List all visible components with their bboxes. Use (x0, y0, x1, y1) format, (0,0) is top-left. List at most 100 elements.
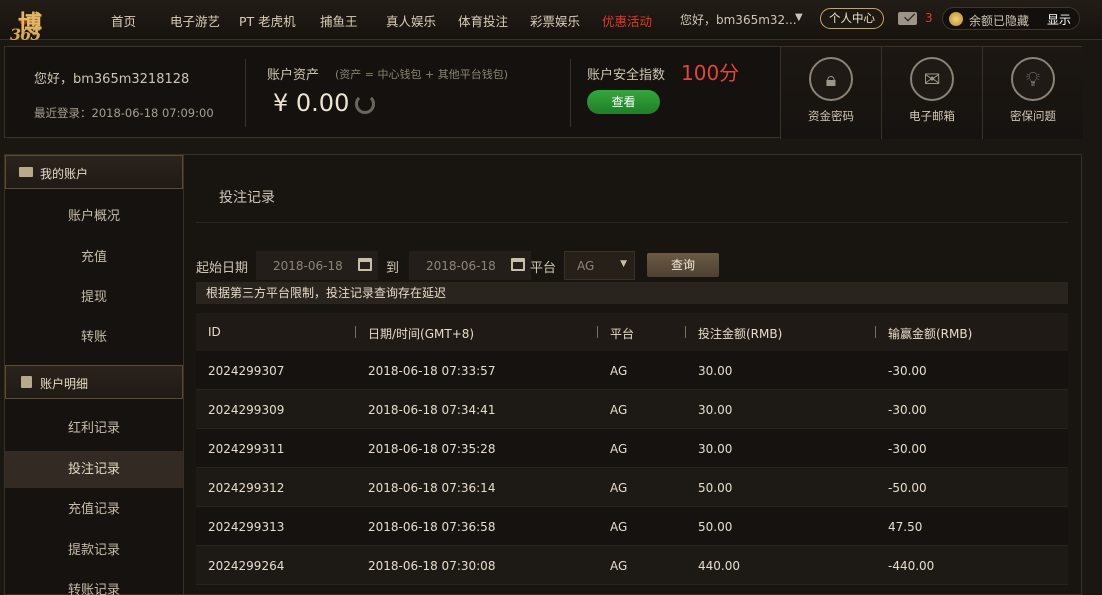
view-security-button[interactable]: 查看 (587, 90, 660, 114)
table-row: 2024299264 2018-06-18 07:30:08 AG 440.00… (196, 546, 1068, 585)
sidebar-item-bet-records[interactable]: 投注记录 (5, 451, 183, 488)
sidebar-item-transfer-records[interactable]: 转账记录 (5, 572, 183, 595)
cell-bet-amount: 30.00 (698, 364, 733, 378)
sidebar: 我的账户 账户概况 充值 提现 转账 账户明细 红利记录 投注记录 充值记录 提… (4, 154, 184, 595)
sidebar-item-withdraw[interactable]: 提现 (5, 279, 183, 316)
cell-datetime: 2018-06-18 07:33:57 (368, 364, 496, 378)
mail-icon: ✉︎ (910, 57, 954, 101)
column-separator (597, 326, 598, 338)
platform-label: 平台 (530, 261, 557, 276)
assets-label: 账户资产 (267, 68, 320, 83)
nav-live-casino[interactable]: 真人娱乐 (386, 11, 436, 30)
cell-platform: AG (610, 520, 628, 534)
platform-select[interactable]: AG ▼ (564, 251, 635, 280)
assets-note: (资产 = 中心钱包 + 其他平台钱包) (335, 68, 509, 81)
balance-pill: 余额已隐藏 显示 (942, 7, 1080, 30)
logo-text-bottom: 365 (10, 25, 41, 44)
start-date-input[interactable]: 2018-06-18 (256, 251, 378, 280)
cell-bet-amount: 50.00 (698, 520, 733, 534)
to-label: 到 (386, 261, 400, 276)
nav-sports-betting[interactable]: 体育投注 (458, 11, 508, 30)
sidebar-section-my-account[interactable]: 我的账户 (5, 155, 183, 189)
nav-lottery[interactable]: 彩票娱乐 (530, 11, 580, 30)
calendar-icon[interactable] (358, 258, 372, 271)
cell-bet-amount: 50.00 (698, 481, 733, 495)
cell-win-loss: 47.50 (888, 520, 923, 534)
end-date-input[interactable]: 2018-06-18 (409, 251, 531, 280)
account-summary-strip: 您好，bm365m3218128 最近登录：2018-06-18 07:09:0… (4, 46, 1083, 139)
cell-platform: AG (610, 403, 628, 417)
cell-datetime: 2018-06-18 07:35:28 (368, 442, 496, 456)
email-tile[interactable]: ✉︎ 电子邮箱 (881, 47, 982, 139)
sidebar-section-account-details[interactable]: 账户明细 (5, 365, 183, 399)
divider (196, 222, 1068, 223)
calendar-icon[interactable] (511, 258, 525, 271)
refresh-icon[interactable] (355, 94, 375, 114)
sidebar-item-account-overview[interactable]: 账户概况 (5, 198, 183, 235)
balance-hidden-text: 余额已隐藏 (969, 14, 1030, 28)
column-header-bet-amount: 投注金额(RMB) (698, 327, 783, 341)
cell-bet-amount: 30.00 (698, 403, 733, 417)
cell-platform: AG (610, 559, 628, 573)
nav-electronic-games[interactable]: 电子游艺 (170, 11, 220, 30)
table-header: ID 日期/时间(GMT+8) 平台 投注金额(RMB) 输赢金额(RMB) (196, 313, 1068, 351)
cell-id: 2024299311 (208, 442, 285, 456)
sidebar-section-title: 我的账户 (40, 167, 89, 181)
personal-center-button[interactable]: 个人中心 (820, 8, 884, 29)
sidebar-section-title: 账户明细 (40, 377, 89, 391)
column-header-win-loss: 输赢金额(RMB) (888, 327, 973, 341)
cell-win-loss: -30.00 (888, 364, 927, 378)
column-header-platform: 平台 (610, 327, 635, 341)
cell-id: 2024299312 (208, 481, 285, 495)
sidebar-item-bonus-records[interactable]: 红利记录 (5, 410, 183, 447)
security-score: 100分 (681, 61, 740, 85)
site-logo[interactable]: 博 365 (6, 2, 84, 44)
start-date-label: 起始日期 (196, 261, 249, 276)
chevron-down-icon[interactable]: ▼ (795, 12, 803, 23)
cell-id: 2024299264 (208, 559, 285, 573)
column-separator (355, 326, 356, 338)
table-row: 2024299313 2018-06-18 07:36:58 AG 50.00 … (196, 507, 1068, 546)
divider (245, 59, 246, 127)
mail-icon[interactable] (898, 12, 917, 25)
nav-home[interactable]: 首页 (111, 11, 136, 30)
sidebar-item-deposit[interactable]: 充值 (5, 239, 183, 276)
nav-pt-slots[interactable]: PT 老虎机 (239, 11, 296, 30)
cell-bet-amount: 440.00 (698, 559, 740, 573)
email-label: 电子邮箱 (909, 109, 955, 123)
card-icon (19, 167, 33, 177)
start-date-value: 2018-06-18 (273, 259, 343, 273)
page-title: 投注记录 (219, 190, 275, 206)
cell-platform: AG (610, 442, 628, 456)
cell-win-loss: -440.00 (888, 559, 935, 573)
delay-notice: 根据第三方平台限制，投注记录查询存在延迟 (196, 282, 1068, 304)
sidebar-item-deposit-records[interactable]: 充值记录 (5, 491, 183, 528)
nav-promotions[interactable]: 优惠活动 (602, 11, 652, 30)
sidebar-item-withdrawal-records[interactable]: 提款记录 (5, 532, 183, 569)
user-greeting-menu[interactable]: 您好，bm365m32... (680, 11, 797, 28)
cell-win-loss: -50.00 (888, 481, 927, 495)
cell-id: 2024299309 (208, 403, 285, 417)
account-greeting: 您好，bm365m3218128 (34, 72, 190, 87)
assets-value: ¥ 0.00 (273, 89, 350, 117)
table-row: 2024299309 2018-06-18 07:34:41 AG 30.00 … (196, 390, 1068, 429)
main-panel: 投注记录 起始日期 2018-06-18 到 2018-06-18 平台 AG … (184, 154, 1082, 595)
cell-datetime: 2018-06-18 07:36:14 (368, 481, 496, 495)
mail-count-badge[interactable]: 3 (925, 11, 933, 25)
last-login-time: 最近登录：2018-06-18 07:09:00 (34, 106, 214, 120)
table-row: 2024299311 2018-06-18 07:35:28 AG 30.00 … (196, 429, 1068, 468)
sidebar-item-transfer[interactable]: 转账 (5, 319, 183, 356)
show-balance-link[interactable]: 显示 (1047, 11, 1071, 28)
nav-fishing-king[interactable]: 捕鱼王 (320, 11, 358, 30)
coin-icon (949, 12, 963, 26)
cell-win-loss: -30.00 (888, 403, 927, 417)
caret-down-icon: ▼ (620, 259, 627, 269)
fund-password-label: 资金密码 (808, 109, 854, 123)
cell-id: 2024299307 (208, 364, 285, 378)
cell-datetime: 2018-06-18 07:34:41 (368, 403, 496, 417)
cell-datetime: 2018-06-18 07:36:58 (368, 520, 496, 534)
column-header-id: ID (208, 325, 221, 339)
fund-password-tile[interactable]: 🔒︎ 资金密码 (780, 47, 881, 139)
security-question-tile[interactable]: 💡︎ 密保问题 (982, 47, 1083, 139)
query-button[interactable]: 查询 (647, 253, 719, 277)
